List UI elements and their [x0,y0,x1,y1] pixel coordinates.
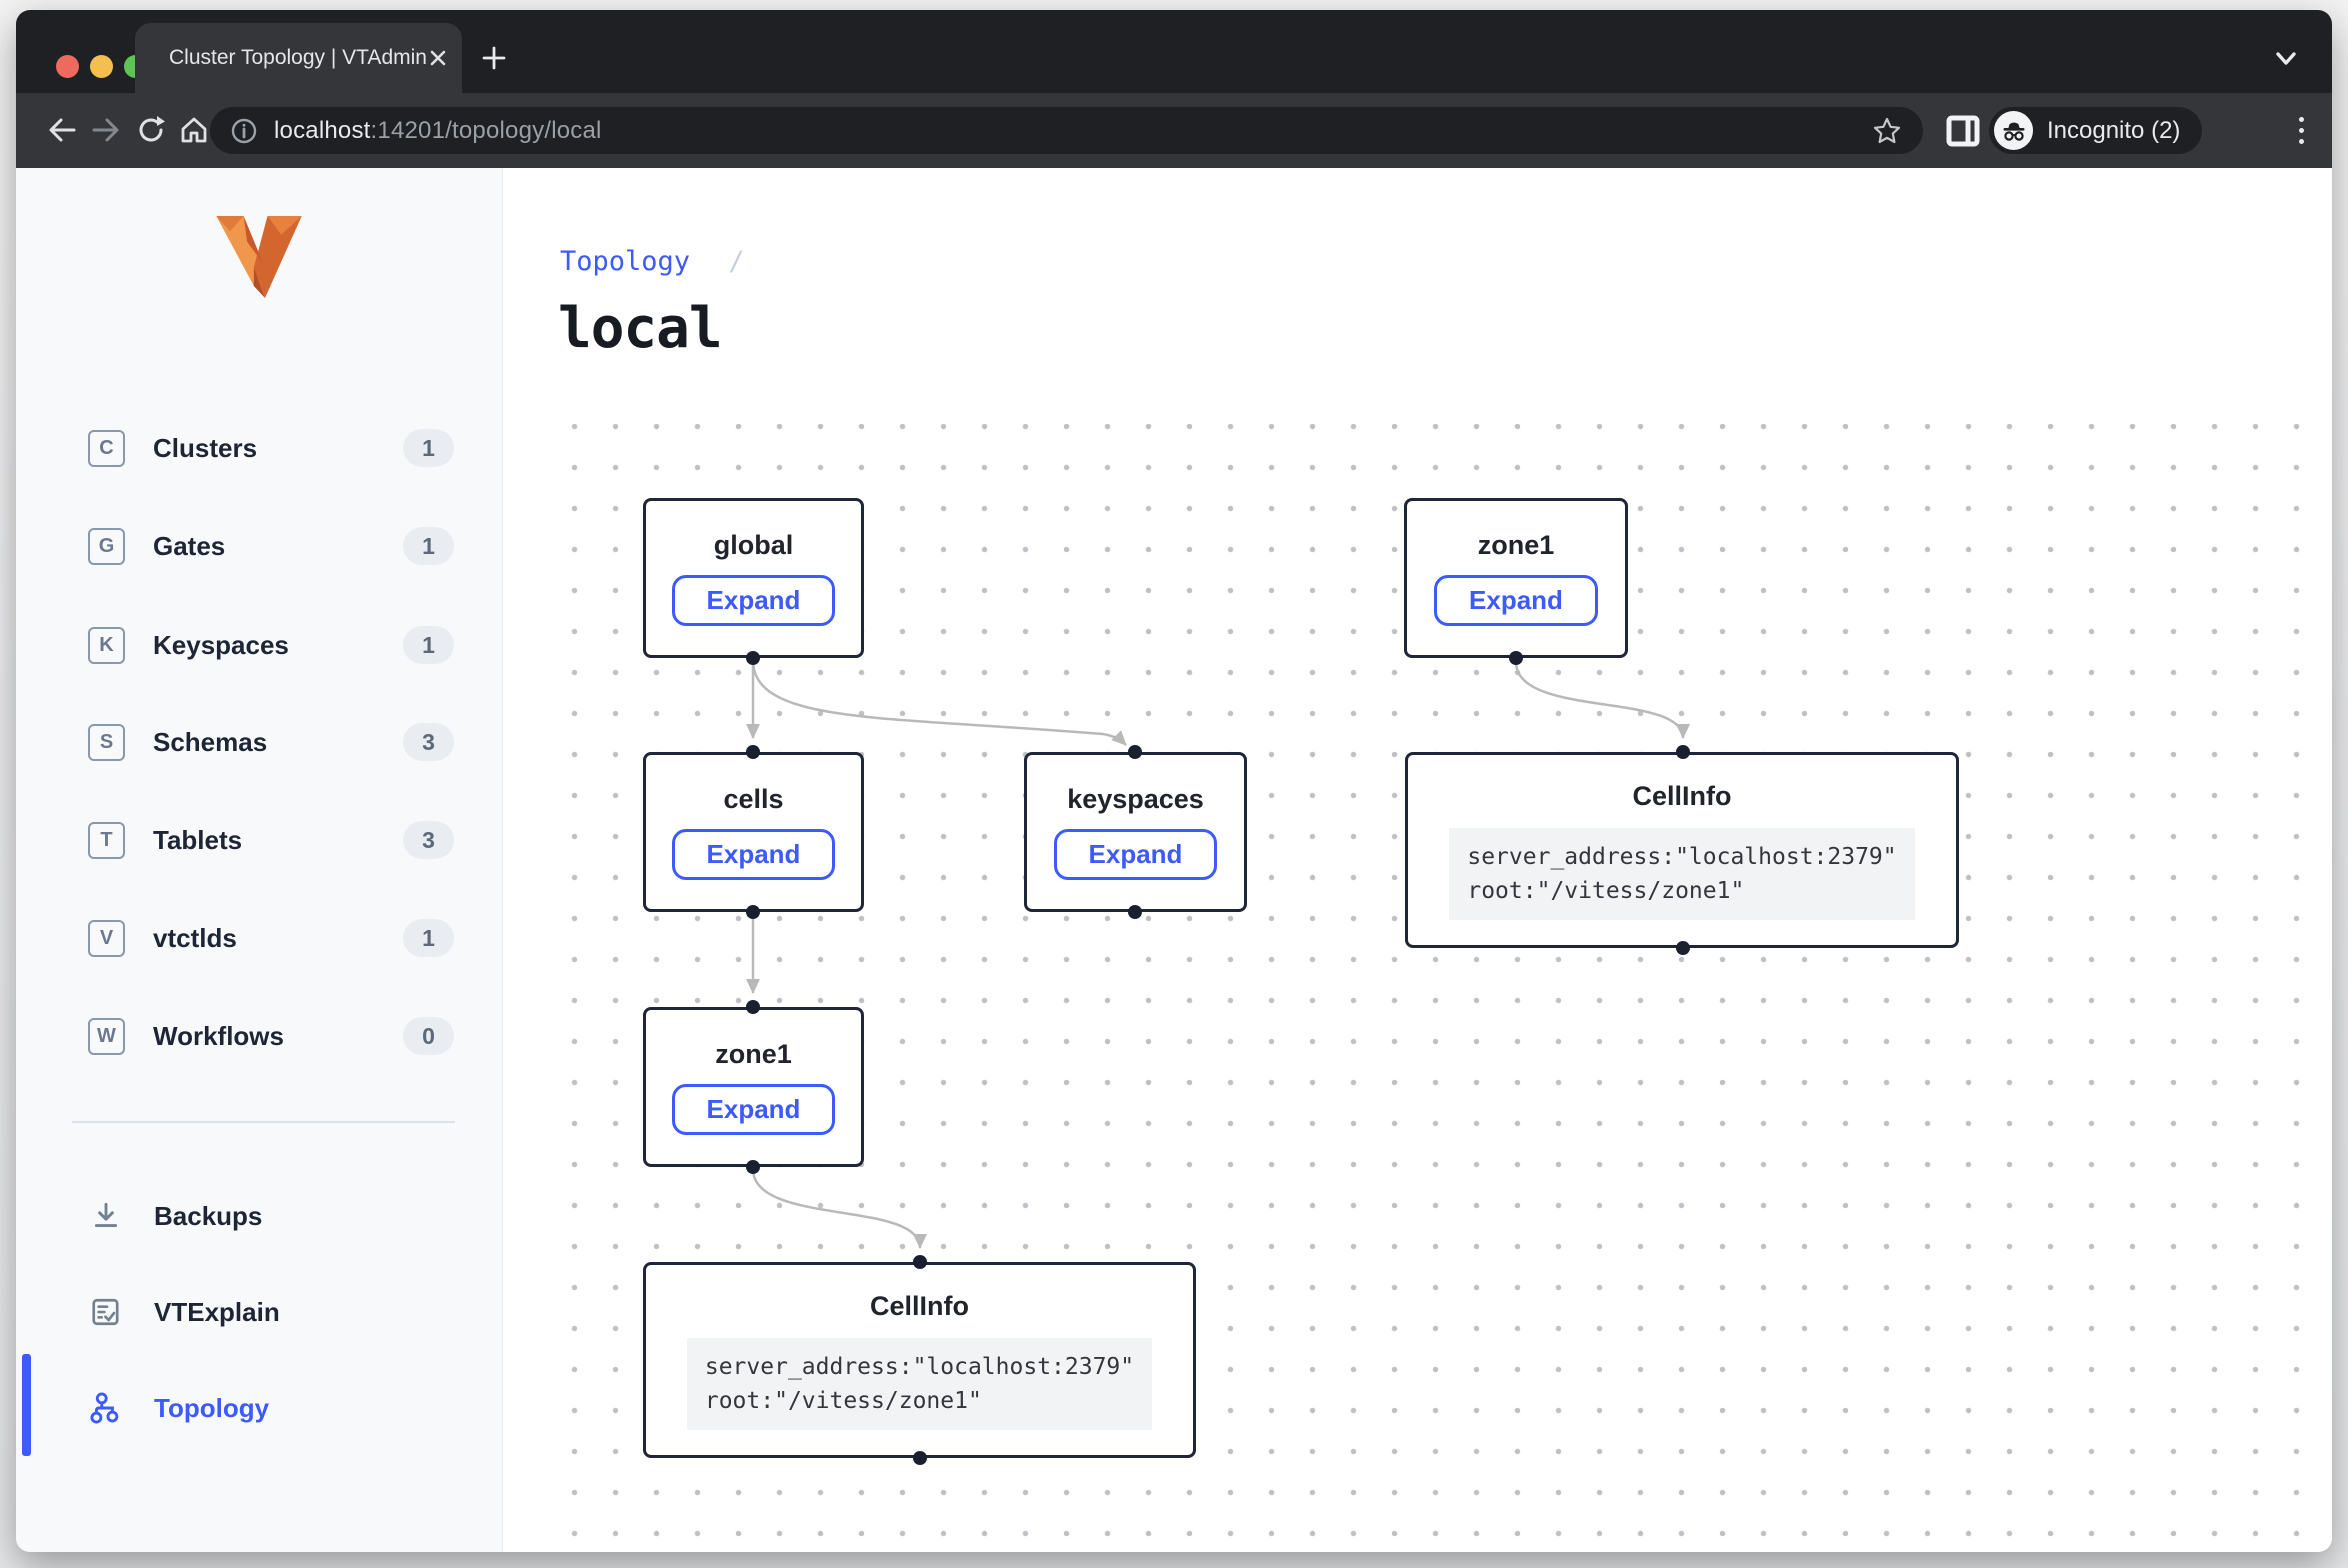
url-text: localhost:14201/topology/local [274,117,1871,145]
sidebar-item-vtctlds[interactable]: V vtctlds 1 [16,908,502,968]
gates-icon: G [88,528,125,565]
workflows-count-badge: 0 [403,1017,454,1055]
forward-icon [84,108,128,152]
browser-window: Cluster Topology | VTAdmin [16,10,2332,1552]
node-global-expand-button[interactable]: Expand [672,575,836,626]
page-title: local [558,296,722,361]
node-keyspaces-label: keyspaces [1067,784,1204,815]
reload-icon[interactable] [129,108,173,152]
node-zone1-label: zone1 [715,1039,792,1070]
breadcrumb-separator: / [728,246,744,277]
vitess-logo [216,216,302,298]
sidebar-item-topology[interactable]: Topology [16,1378,502,1438]
node-keyspaces-expand-button[interactable]: Expand [1054,829,1218,880]
tab-search-chevron-icon[interactable] [2264,36,2308,80]
tab-title: Cluster Topology | VTAdmin [169,46,427,70]
breadcrumb: Topology / [560,246,745,277]
site-info-icon[interactable] [230,117,258,145]
workflows-icon: W [88,1018,125,1055]
schemas-icon: S [88,724,125,761]
browser-menu-icon[interactable] [2279,107,2323,154]
node-cellinfo-bottom: CellInfo server_address:"localhost:2379"… [643,1262,1196,1458]
sidebar-item-gates[interactable]: G Gates 1 [16,516,502,576]
breadcrumb-topology-link[interactable]: Topology [560,246,690,277]
cellinfo-bottom-code: server_address:"localhost:2379"root:"/vi… [687,1338,1152,1430]
node-cells: cells Expand [643,752,864,912]
close-window-button[interactable] [56,55,79,78]
minimize-window-button[interactable] [90,55,113,78]
keyspaces-count-badge: 1 [403,626,454,664]
node-keyspaces: keyspaces Expand [1024,752,1247,912]
vtctlds-icon: V [88,920,125,957]
sidebar-item-backups[interactable]: Backups [16,1186,502,1246]
browser-toolbar: localhost:14201/topology/local Incognito… [16,93,2332,168]
incognito-label: Incognito (2) [2047,117,2180,145]
sidebar-item-workflows[interactable]: W Workflows 0 [16,1006,502,1066]
incognito-badge[interactable]: Incognito (2) [1989,107,2202,154]
node-cells-expand-button[interactable]: Expand [672,829,836,880]
sidebar-item-clusters[interactable]: C Clusters 1 [16,418,502,478]
active-nav-indicator [22,1354,31,1456]
sidebar: C Clusters 1 G Gates 1 K Keyspaces 1 S S… [16,168,503,1552]
topology-icon [90,1392,122,1424]
url-bar[interactable]: localhost:14201/topology/local [210,107,1923,154]
node-zone1-top-label: zone1 [1478,530,1555,561]
node-zone1: zone1 Expand [643,1007,864,1167]
tab-close-icon[interactable] [427,47,449,69]
gates-count-badge: 1 [403,527,454,565]
node-zone1-expand-button[interactable]: Expand [672,1084,836,1135]
sidebar-item-keyspaces[interactable]: K Keyspaces 1 [16,615,502,675]
node-cells-label: cells [723,784,783,815]
download-icon [90,1200,122,1232]
browser-tab[interactable]: Cluster Topology | VTAdmin [135,23,462,93]
page-content: C Clusters 1 G Gates 1 K Keyspaces 1 S S… [16,168,2332,1552]
node-global-label: global [714,530,794,561]
tab-strip: Cluster Topology | VTAdmin [16,10,2332,93]
tablets-count-badge: 3 [403,821,454,859]
sidebar-item-vtexplain[interactable]: VTExplain [16,1282,502,1342]
node-cellinfo-bottom-label: CellInfo [870,1291,969,1322]
node-zone1-top: zone1 Expand [1404,498,1628,658]
new-tab-button[interactable] [472,36,516,80]
document-check-icon [90,1296,122,1328]
bookmark-star-icon[interactable] [1871,115,1903,147]
clusters-icon: C [88,430,125,467]
schemas-count-badge: 3 [403,723,454,761]
vtctlds-count-badge: 1 [403,919,454,957]
side-panel-icon[interactable] [1941,111,1985,151]
sidebar-divider [72,1121,455,1123]
node-global: global Expand [643,498,864,658]
sidebar-item-schemas[interactable]: S Schemas 3 [16,712,502,772]
tablets-icon: T [88,822,125,859]
node-cellinfo-right: CellInfo server_address:"localhost:2379"… [1405,752,1959,948]
back-icon[interactable] [40,108,84,152]
cellinfo-right-code: server_address:"localhost:2379"root:"/vi… [1449,828,1914,920]
clusters-count-badge: 1 [403,429,454,467]
sidebar-item-tablets[interactable]: T Tablets 3 [16,810,502,870]
node-zone1-top-expand-button[interactable]: Expand [1434,575,1598,626]
keyspaces-icon: K [88,627,125,664]
incognito-icon [1994,111,2033,150]
node-cellinfo-right-label: CellInfo [1633,781,1732,812]
topology-main: Topology / local global Expand zone1 Exp… [503,168,2332,1552]
